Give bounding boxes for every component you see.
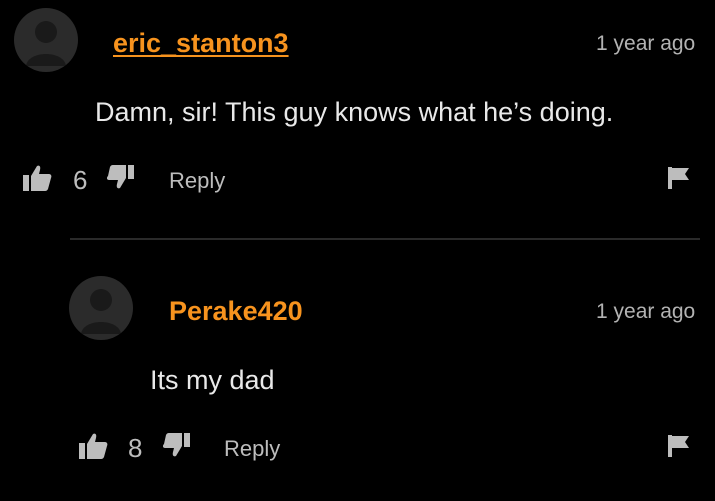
- thumbs-up-icon[interactable]: [22, 164, 52, 192]
- reply-button[interactable]: Reply: [224, 436, 280, 462]
- thumbs-down-icon[interactable]: [107, 164, 135, 190]
- comment-username[interactable]: eric_stanton3: [113, 28, 289, 59]
- flag-icon[interactable]: [667, 166, 691, 190]
- comment-text: Its my dad: [150, 365, 275, 395]
- thumbs-down-icon[interactable]: [163, 432, 191, 458]
- comment-username[interactable]: Perake420: [169, 296, 303, 327]
- comment-timestamp: 1 year ago: [596, 300, 696, 323]
- flag-icon[interactable]: [667, 434, 691, 458]
- comment-timestamp: 1 year ago: [596, 32, 696, 55]
- user-avatar-icon[interactable]: [69, 276, 133, 340]
- comment-divider: [70, 238, 700, 240]
- reply-button[interactable]: Reply: [169, 168, 225, 194]
- comment-text: Damn, sir! This guy knows what he’s doin…: [95, 97, 614, 127]
- like-count: 8: [128, 433, 143, 463]
- like-count: 6: [73, 165, 88, 195]
- thumbs-up-icon[interactable]: [78, 432, 108, 460]
- user-avatar-icon[interactable]: [14, 8, 78, 72]
